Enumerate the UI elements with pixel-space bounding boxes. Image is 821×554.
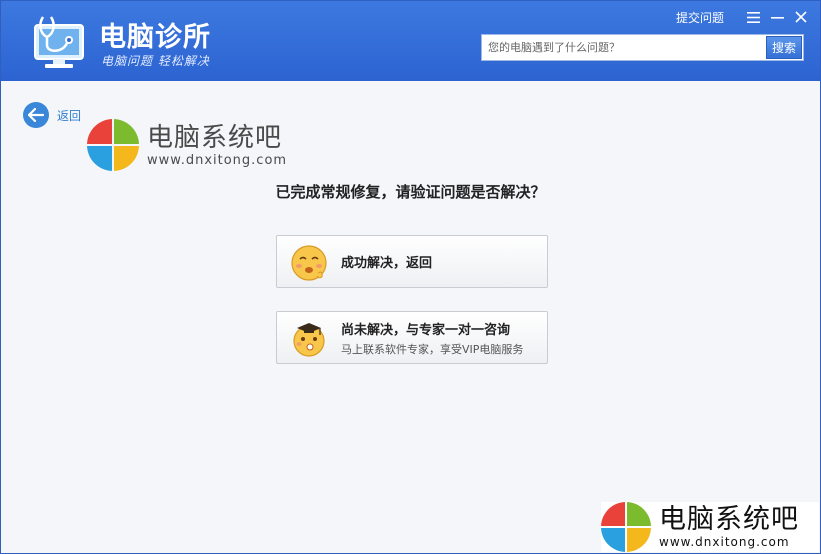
menu-icon[interactable] bbox=[744, 8, 762, 26]
windows-logo-icon bbox=[87, 119, 139, 171]
happy-face-icon bbox=[291, 244, 327, 281]
app-window: 电脑诊所 电脑问题 轻松解决 提交问题 搜索 返回 bbox=[0, 0, 821, 554]
watermark-url: www.dnxitong.com bbox=[147, 152, 288, 168]
windows-logo-icon bbox=[601, 502, 651, 552]
option-text: 成功解决，返回 bbox=[341, 252, 432, 271]
monitor-stethoscope-logo bbox=[34, 16, 84, 68]
watermark-bottom: 电脑系统吧 www.dnxitong.com bbox=[601, 502, 819, 552]
watermark-url: www.dnxitong.com bbox=[659, 535, 790, 549]
app-title: 电脑诊所 bbox=[99, 22, 211, 53]
back-arrow-icon bbox=[23, 102, 49, 128]
app-slogan: 电脑问题 轻松解决 bbox=[101, 54, 210, 68]
titlebar: 电脑诊所 电脑问题 轻松解决 提交问题 搜索 bbox=[1, 1, 820, 81]
search-input[interactable] bbox=[482, 35, 774, 60]
option-text: 尚未解决，与专家一对一咨询 马上联系软件专家，享受VIP电脑服务 bbox=[341, 319, 523, 357]
window-controls: 提交问题 bbox=[676, 7, 810, 27]
back-button[interactable]: 返回 bbox=[23, 102, 81, 128]
resolved-return-button[interactable]: 成功解决，返回 bbox=[276, 235, 548, 288]
submit-issue-link[interactable]: 提交问题 bbox=[676, 9, 724, 26]
search-box: 搜索 bbox=[481, 34, 804, 61]
watermark-top: 电脑系统吧 www.dnxitong.com bbox=[87, 119, 287, 171]
option-title: 成功解决，返回 bbox=[341, 256, 433, 271]
watermark-name: 电脑系统吧 bbox=[147, 122, 283, 153]
minimize-icon[interactable] bbox=[768, 8, 786, 26]
option-subtitle: 马上联系软件专家，享受VIP电脑服务 bbox=[341, 342, 524, 356]
search-button[interactable]: 搜索 bbox=[766, 36, 802, 59]
watermark-name: 电脑系统吧 bbox=[659, 504, 799, 535]
verify-question: 已完成常规修复，请验证问题是否解决？ bbox=[275, 183, 546, 201]
option-title: 尚未解决，与专家一对一咨询 bbox=[341, 322, 511, 338]
consult-expert-button[interactable]: 尚未解决，与专家一对一咨询 马上联系软件专家，享受VIP电脑服务 bbox=[276, 311, 548, 364]
close-icon[interactable] bbox=[792, 8, 810, 26]
back-label: 返回 bbox=[57, 108, 82, 123]
scholar-face-icon bbox=[293, 322, 325, 357]
